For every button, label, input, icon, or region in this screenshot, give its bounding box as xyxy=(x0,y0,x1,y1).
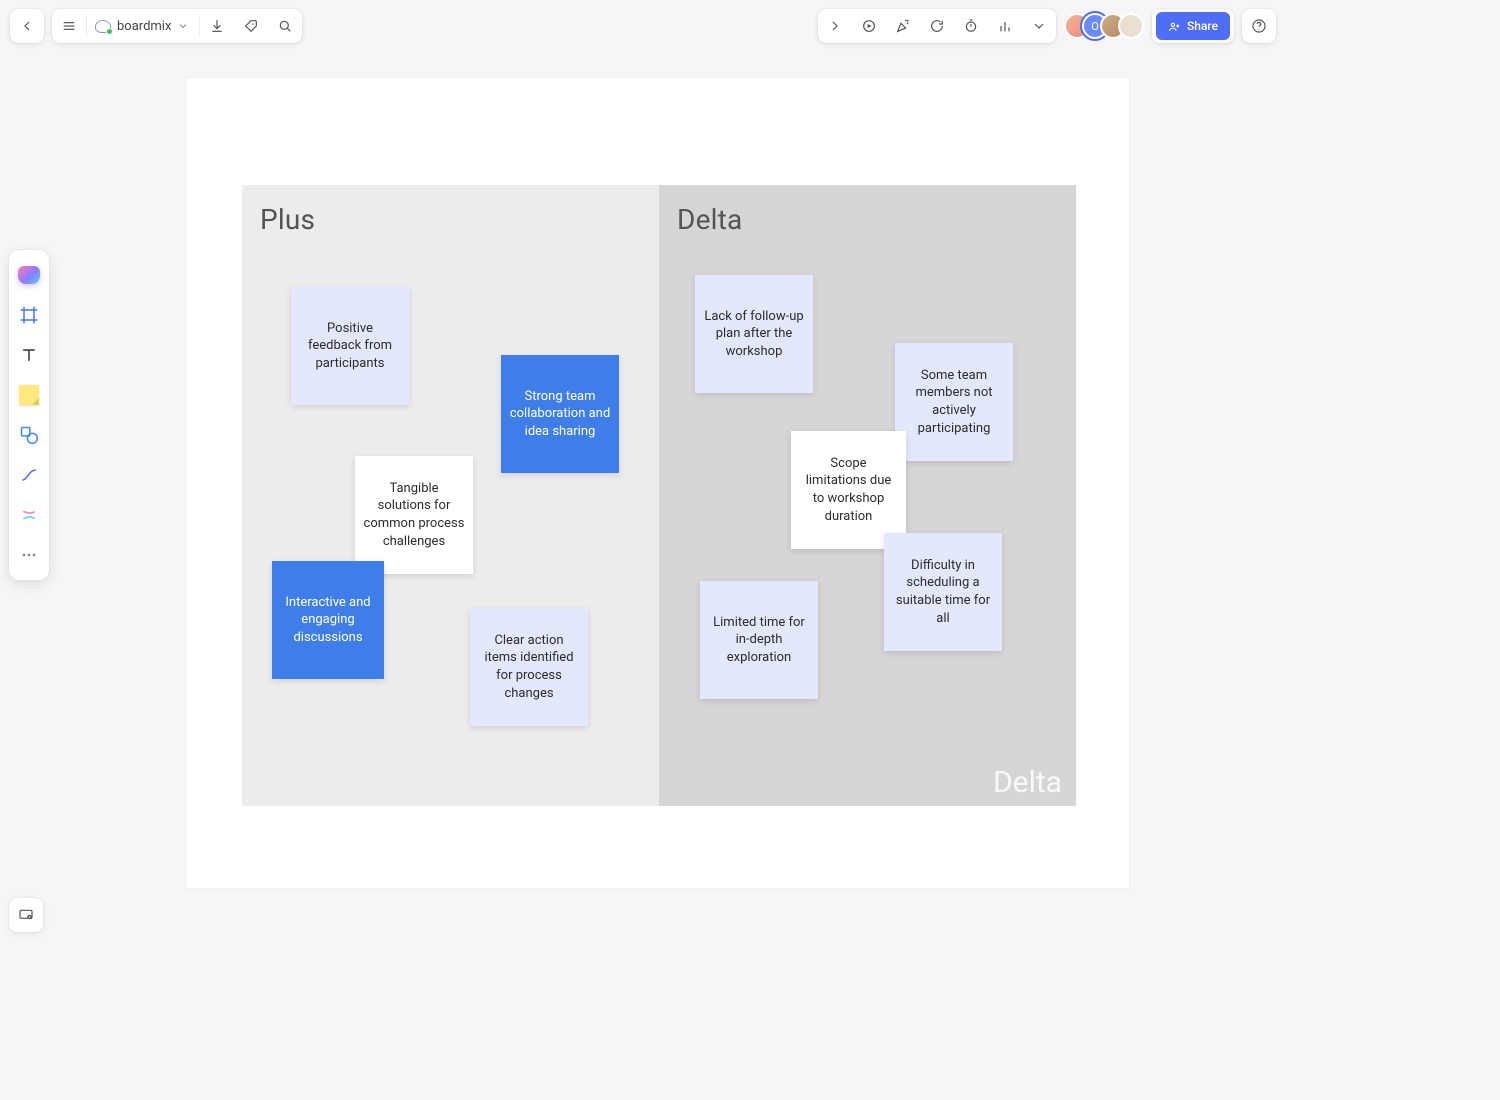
help-button[interactable] xyxy=(1242,9,1276,43)
delta-column-title: Delta xyxy=(677,203,742,236)
delta-watermark: Delta xyxy=(993,765,1062,800)
tag-button[interactable] xyxy=(234,9,268,43)
avatar-initial: O xyxy=(1091,20,1099,33)
sticky-note-text: Interactive and engaging discussions xyxy=(280,594,376,647)
sticky-note[interactable]: Some team members not actively participa… xyxy=(895,343,1013,461)
avatar[interactable] xyxy=(1118,13,1144,39)
celebrate-button[interactable] xyxy=(886,9,920,43)
share-button[interactable]: Share xyxy=(1156,12,1230,40)
sticky-note[interactable]: Lack of follow-up plan after the worksho… xyxy=(695,275,813,393)
sticky-note[interactable]: Tangible solutions for common process ch… xyxy=(355,456,473,574)
frame-tool[interactable] xyxy=(9,296,49,334)
ai-icon xyxy=(18,266,40,284)
minimap-toggle[interactable] xyxy=(9,898,43,932)
sticky-note[interactable]: Interactive and engaging discussions xyxy=(272,561,384,679)
more-tools[interactable] xyxy=(9,536,49,574)
sticky-note[interactable]: Limited time for in-depth exploration xyxy=(700,581,818,699)
sticky-note-text: Some team members not actively participa… xyxy=(903,367,1005,437)
more-tools-button[interactable] xyxy=(1022,9,1056,43)
sticky-note-text: Limited time for in-depth exploration xyxy=(708,614,810,667)
menu-button[interactable] xyxy=(52,9,86,43)
expand-right-button[interactable] xyxy=(818,9,852,43)
back-button[interactable] xyxy=(10,9,44,43)
share-button-label: Share xyxy=(1187,19,1218,33)
text-tool[interactable] xyxy=(9,336,49,374)
sticky-note[interactable]: Scope limitations due to workshop durati… xyxy=(791,431,906,549)
download-button[interactable] xyxy=(200,9,234,43)
sticky-note[interactable]: Strong team collaboration and idea shari… xyxy=(501,355,619,473)
sticky-note-text: Tangible solutions for common process ch… xyxy=(363,480,465,550)
sticky-note-icon xyxy=(19,385,39,405)
sticky-note[interactable]: Difficulty in scheduling a suitable time… xyxy=(884,533,1002,651)
mindmap-tool[interactable] xyxy=(9,496,49,534)
timer-button[interactable] xyxy=(954,9,988,43)
cloud-sync-icon xyxy=(95,18,111,34)
sticky-note-text: Lack of follow-up plan after the worksho… xyxy=(703,308,805,361)
document-title-dropdown[interactable]: boardmix xyxy=(87,9,199,43)
plus-delta-board: Plus Positive feedback from participants… xyxy=(242,185,1076,806)
delta-column[interactable]: Delta Delta Lack of follow-up plan after… xyxy=(659,185,1076,806)
tool-palette xyxy=(9,250,49,580)
sticky-note-tool[interactable] xyxy=(9,376,49,414)
plus-column-title: Plus xyxy=(260,203,315,236)
sticky-note-text: Positive feedback from participants xyxy=(299,320,401,373)
comment-button[interactable] xyxy=(920,9,954,43)
connector-tool[interactable] xyxy=(9,456,49,494)
sticky-note-text: Clear action items identified for proces… xyxy=(478,632,580,702)
vote-button[interactable] xyxy=(988,9,1022,43)
search-button[interactable] xyxy=(268,9,302,43)
sticky-note[interactable]: Positive feedback from participants xyxy=(291,287,409,405)
sticky-note-text: Strong team collaboration and idea shari… xyxy=(509,388,611,441)
sticky-note-text: Difficulty in scheduling a suitable time… xyxy=(892,557,994,627)
sticky-note[interactable]: Clear action items identified for proces… xyxy=(470,608,588,726)
sticky-note-text: Scope limitations due to workshop durati… xyxy=(799,455,898,525)
shape-tool[interactable] xyxy=(9,416,49,454)
present-button[interactable] xyxy=(852,9,886,43)
collaborator-avatars[interactable]: O xyxy=(1064,13,1144,39)
canvas-page[interactable]: Plus Positive feedback from participants… xyxy=(186,78,1129,888)
plus-column[interactable]: Plus Positive feedback from participants… xyxy=(242,185,659,806)
document-title-label: boardmix xyxy=(117,19,171,34)
ai-tool[interactable] xyxy=(9,256,49,294)
